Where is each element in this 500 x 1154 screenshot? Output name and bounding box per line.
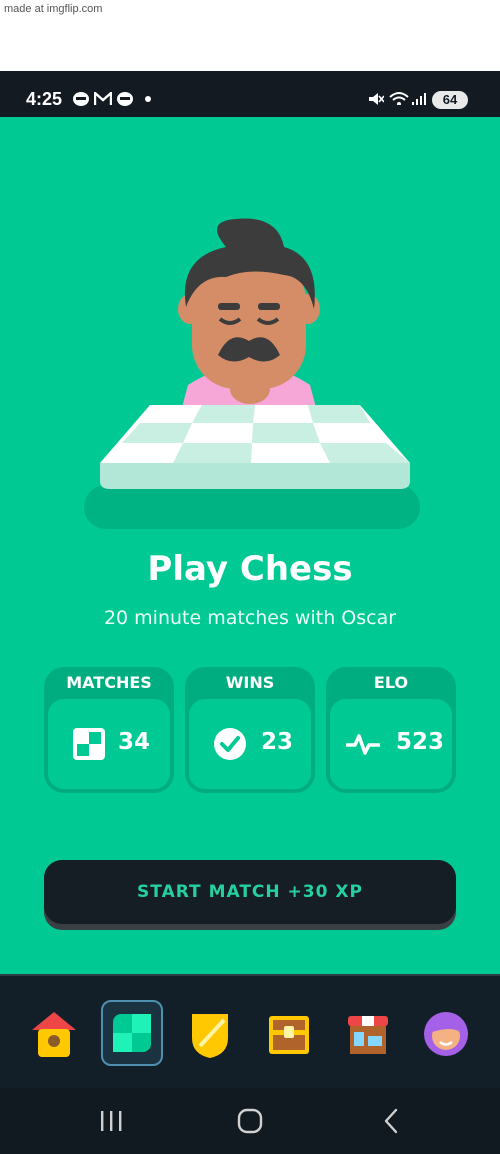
- shield-icon[interactable]: [180, 1002, 240, 1066]
- news-icon: [117, 92, 133, 106]
- dot-icon: [145, 96, 151, 102]
- checkmark-icon: [214, 728, 246, 760]
- chess-screen: Play Chess 20 minute matches with Oscar …: [0, 117, 500, 974]
- imgflip-watermark: made at imgflip.com: [4, 3, 103, 15]
- stat-card-elo: ELO 523: [326, 667, 456, 793]
- oscar-ear-left: [178, 294, 202, 324]
- treasure-chest-icon[interactable]: [259, 1002, 319, 1066]
- stat-card-matches: MATCHES 34: [44, 667, 174, 793]
- pulse-icon: [346, 734, 380, 755]
- chessboard-icon: [113, 1014, 151, 1052]
- battery-indicator: 64: [432, 91, 468, 109]
- shop-icon[interactable]: [338, 1002, 398, 1066]
- back-icon[interactable]: [374, 1106, 408, 1136]
- system-nav-bar: [0, 1088, 500, 1154]
- page-title: Play Chess: [147, 549, 353, 589]
- news-icon: [73, 92, 89, 106]
- chessboard-icon: [73, 728, 105, 760]
- stat-label: WINS: [225, 673, 275, 692]
- bottom-tab-bar: [0, 974, 500, 1088]
- gmail-icon: [94, 92, 112, 105]
- home-circle-icon[interactable]: [233, 1106, 267, 1136]
- status-time: 4:25: [26, 89, 63, 109]
- stat-value: 23: [261, 729, 294, 755]
- start-match-button[interactable]: START MATCH +30 XP: [44, 860, 456, 930]
- stat-label: ELO: [373, 673, 409, 692]
- status-bar: 4:25 64: [0, 71, 500, 117]
- birdhouse-icon[interactable]: [24, 1002, 84, 1066]
- recents-icon[interactable]: [94, 1106, 128, 1136]
- stat-label: MATCHES: [66, 673, 152, 692]
- chessboard-edge: [100, 463, 410, 489]
- avatar-icon[interactable]: [416, 1002, 476, 1066]
- board-shadow: [84, 485, 420, 529]
- oscar-illustration: [84, 218, 420, 529]
- page-subtitle: 20 minute matches with Oscar: [103, 607, 397, 629]
- tab-chess[interactable]: [101, 1000, 163, 1066]
- signal-icon: [412, 93, 426, 105]
- wifi-icon: [389, 92, 409, 105]
- mute-icon: [369, 93, 384, 105]
- oscar-ear-right: [296, 294, 320, 324]
- stat-card-wins: WINS 23: [185, 667, 315, 793]
- stat-value: 523: [396, 729, 445, 755]
- start-match-label: START MATCH +30 XP: [44, 860, 456, 924]
- stat-value: 34: [118, 729, 151, 755]
